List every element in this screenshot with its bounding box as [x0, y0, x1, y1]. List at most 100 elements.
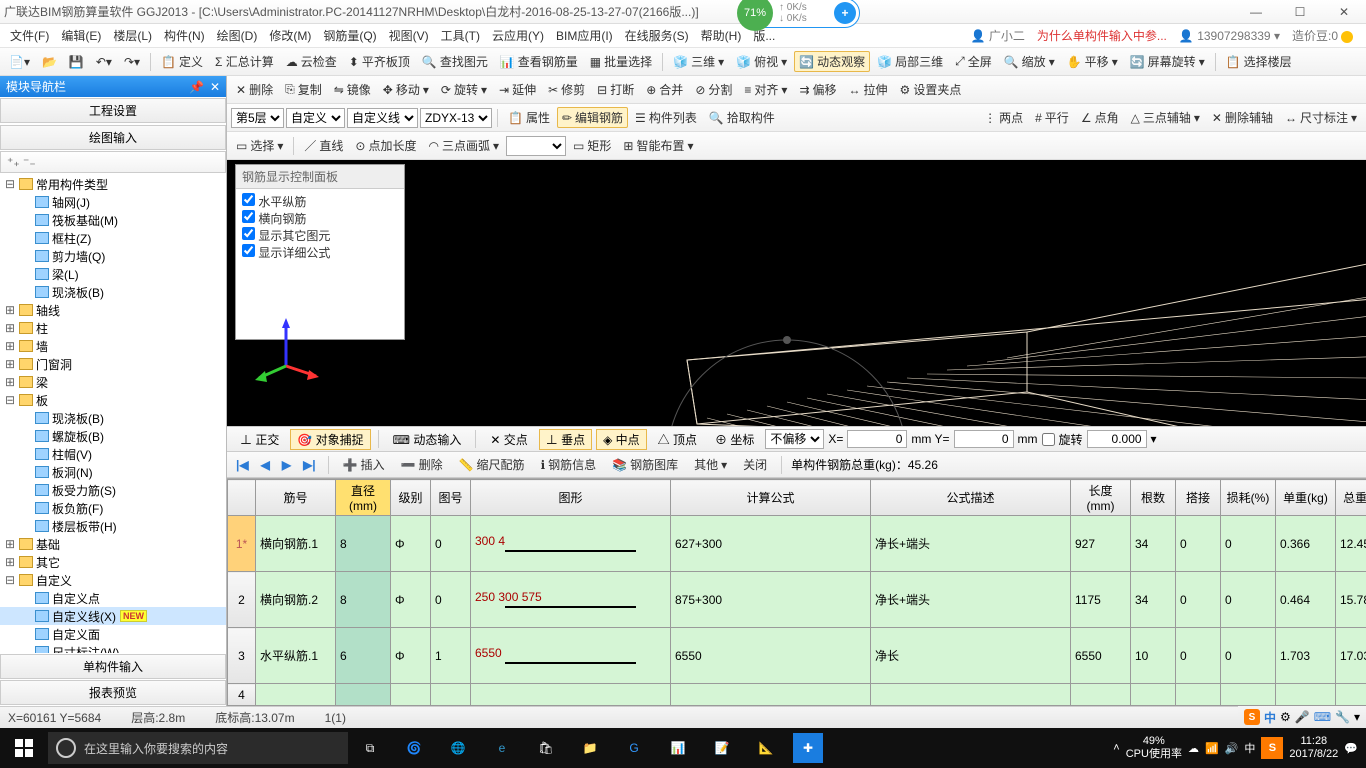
new-button[interactable]: 📄▾ [4, 53, 35, 71]
rotate-screen-button[interactable]: 🔄 屏幕旋转 ▾ [1125, 51, 1210, 72]
taskbar-edge[interactable]: e [480, 728, 524, 768]
code-combo[interactable]: ZDYX-13 [420, 108, 492, 128]
tray-network-icon[interactable]: 📶 [1205, 742, 1219, 755]
subcategory-combo[interactable]: 自定义线 [347, 108, 418, 128]
menu-tools[interactable]: 工具(T) [435, 27, 486, 44]
tree-item[interactable]: 螺旋板(B) [0, 427, 226, 445]
tree-item[interactable]: 板受力筋(S) [0, 481, 226, 499]
menu-file[interactable]: 文件(F) [4, 27, 55, 44]
mirror-button[interactable]: ⇋ 镜像 [329, 79, 376, 100]
tree-item[interactable]: ⊞基础 [0, 535, 226, 553]
other-button[interactable]: 其他 ▾ [689, 454, 732, 475]
merge-button[interactable]: ⊕ 合并 [641, 79, 688, 100]
pan-button[interactable]: ✋ 平移 ▾ [1062, 51, 1123, 72]
prev-button[interactable]: ◀ [258, 458, 273, 472]
task-view-icon[interactable]: ⧉ [348, 728, 392, 768]
dimension-button[interactable]: ↔ 尺寸标注 ▾ [1280, 107, 1362, 128]
tray-clock[interactable]: 11:282017/8/22 [1289, 735, 1338, 761]
table-row[interactable]: 1*横向钢筋.18Φ0300 4627+300净长+端头92734000.366… [228, 516, 1366, 572]
undo-button[interactable]: ↶▾ [91, 53, 117, 71]
rotate-check[interactable] [1042, 433, 1055, 446]
tray-volume-icon[interactable]: 🔊 [1225, 742, 1239, 755]
menu-view[interactable]: 视图(V) [383, 27, 435, 44]
network-widget[interactable]: 71% ↑ 0K/s↓ 0K/s + [740, 0, 860, 28]
taskbar-app-2[interactable]: 🌐 [436, 728, 480, 768]
find-element-button[interactable]: 🔍 查找图元 [417, 51, 493, 72]
tip-link[interactable]: 为什么单构件输入中参... [1031, 27, 1173, 44]
menu-online[interactable]: 在线服务(S) [619, 27, 695, 44]
line-length-tool[interactable]: ⊙ 点加长度 [350, 135, 421, 156]
tree-item[interactable]: 筏板基础(M) [0, 211, 226, 229]
tree-item[interactable]: ⊞墙 [0, 337, 226, 355]
plus-icon[interactable]: + [834, 2, 856, 24]
table-row[interactable]: 3水平纵筋.16Φ165506550净长655010001.70317.03直筋 [228, 628, 1366, 684]
start-button[interactable] [0, 739, 48, 757]
tree-item[interactable]: 楼层板带(H) [0, 517, 226, 535]
tray-ime-lang[interactable]: 中 [1244, 740, 1255, 756]
pick-component-button[interactable]: 🔍 拾取构件 [704, 107, 780, 128]
tree-item[interactable]: 板负筋(F) [0, 499, 226, 517]
table-row[interactable]: 2横向钢筋.28Φ0250 300 575875+300净长+端头1175340… [228, 572, 1366, 628]
y-input[interactable] [954, 430, 1014, 448]
rotate-button[interactable]: ⟳ 旋转 ▾ [436, 79, 492, 100]
phone-label[interactable]: 👤 13907298339 ▾ [1173, 29, 1286, 43]
open-button[interactable]: 📂 [37, 53, 62, 71]
tree-item[interactable]: 框柱(Z) [0, 229, 226, 247]
view-rebar-button[interactable]: 📊 查看钢筋量 [495, 51, 583, 72]
sidebar-tab-single[interactable]: 单构件输入 [0, 654, 226, 679]
tray-notifications-icon[interactable]: 💬 [1344, 742, 1358, 755]
rebar-lib-button[interactable]: 📚 钢筋图库 [607, 454, 683, 475]
taskbar-app-3[interactable]: G [612, 728, 656, 768]
align-button[interactable]: ≡ 对齐 ▾ [739, 79, 792, 100]
menu-help[interactable]: 帮助(H) [695, 27, 748, 44]
delete-aux-button[interactable]: ✕ 删除辅轴 [1207, 107, 1278, 128]
x-input[interactable] [847, 430, 907, 448]
taskbar-app-4[interactable]: 📊 [656, 728, 700, 768]
tree-item[interactable]: 自定义点 [0, 589, 226, 607]
panel-item-1[interactable]: 横向钢筋 [242, 210, 398, 227]
coin-label[interactable]: 造价豆:0 [1286, 27, 1362, 44]
tray-ime-icon[interactable]: S [1261, 737, 1283, 759]
tree-item[interactable]: 轴网(J) [0, 193, 226, 211]
osnap-toggle[interactable]: 🎯 对象捕捉 [290, 429, 370, 450]
sidebar-mini-toolbar[interactable]: ⁺₊ ⁻₋ [0, 151, 226, 173]
panel-item-3[interactable]: 显示详细公式 [242, 244, 398, 261]
tree-item[interactable]: ⊟常用构件类型 [0, 175, 226, 193]
tray-expand-icon[interactable]: ˄ [1113, 742, 1119, 754]
arc-combo[interactable] [506, 136, 566, 156]
next-button[interactable]: ▶ [279, 458, 294, 472]
first-button[interactable]: |◀ [233, 458, 252, 472]
3d-button[interactable]: 🧊 三维 ▾ [668, 51, 729, 72]
taskbar-app-1[interactable]: 🌀 [392, 728, 436, 768]
rebar-grid[interactable]: 筋号直径(mm)级别图号图形计算公式公式描述长度(mm)根数搭接损耗(%)单重(… [227, 478, 1366, 706]
panel-item-0[interactable]: 水平纵筋 [242, 193, 398, 210]
parallel-button[interactable]: # 平行 [1030, 107, 1074, 128]
minimize-button[interactable]: — [1234, 0, 1278, 24]
mic-icon[interactable]: 🎤 [1295, 710, 1310, 724]
tree-item[interactable]: ⊞门窗洞 [0, 355, 226, 373]
tree-item[interactable]: ⊞其它 [0, 553, 226, 571]
menu-rebar[interactable]: 钢筋量(Q) [317, 27, 382, 44]
insert-button[interactable]: ➕ 插入 [338, 454, 390, 475]
move-button[interactable]: ✥ 移动 ▾ [378, 79, 434, 100]
fullscreen-button[interactable]: ⤢ 全屏 [950, 51, 997, 72]
rebar-display-panel[interactable]: 钢筋显示控制面板 水平纵筋 横向钢筋 显示其它图元 显示详细公式 [235, 164, 405, 340]
tree-item[interactable]: 尺寸标注(W) [0, 643, 226, 653]
panel-item-2[interactable]: 显示其它图元 [242, 227, 398, 244]
line-tool[interactable]: ／ 直线 [299, 135, 348, 156]
ortho-toggle[interactable]: ⊥ 正交 [233, 429, 286, 450]
define-button[interactable]: 📋 定义 [156, 51, 208, 72]
copy-button[interactable]: ⎘ 复制 [280, 79, 327, 100]
grip-button[interactable]: ⚙ 设置夹点 [895, 79, 967, 100]
close-grid-button[interactable]: 关闭 [738, 454, 772, 475]
taskbar-app-5[interactable]: 📝 [700, 728, 744, 768]
rebar-info-button[interactable]: ℹ 钢筋信息 [536, 454, 602, 475]
ime-badge[interactable]: S [1244, 709, 1260, 725]
sidebar-close-icon[interactable]: ✕ [210, 80, 220, 94]
user-label[interactable]: 👤 广小二 [965, 27, 1031, 44]
menu-component[interactable]: 构件(N) [158, 27, 211, 44]
maximize-button[interactable]: ☐ [1278, 0, 1322, 24]
top-view-button[interactable]: 🧊 俯视 ▾ [731, 51, 792, 72]
snap-intersect[interactable]: ✕ 交点 [483, 429, 534, 450]
tray-cpu[interactable]: 49%CPU使用率 [1126, 735, 1182, 761]
